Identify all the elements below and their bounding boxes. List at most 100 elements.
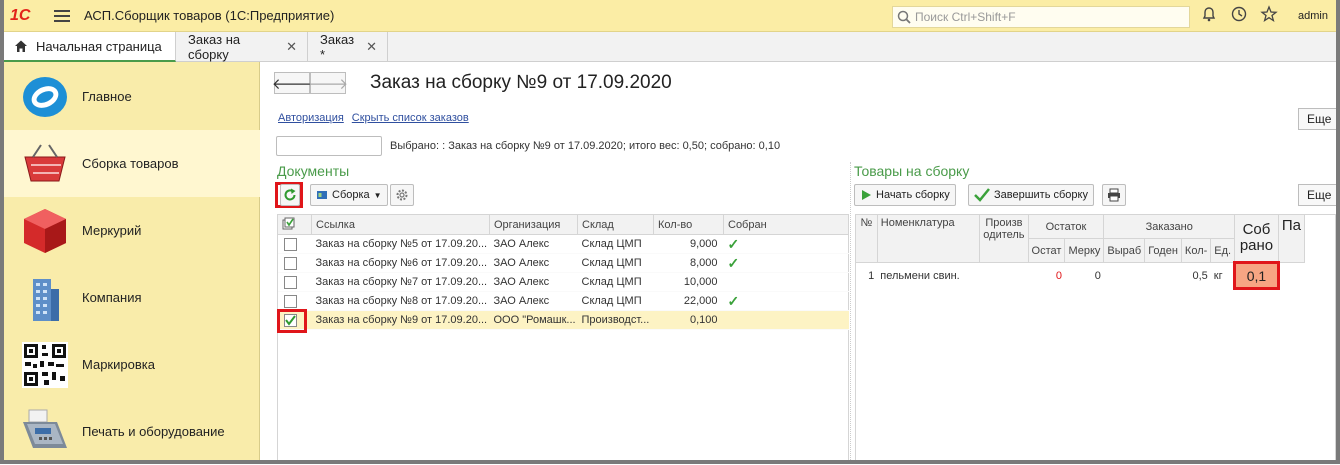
assembly-dropdown-button[interactable]: Сборка ▼: [310, 184, 388, 206]
column-header[interactable]: Остат: [1027, 238, 1066, 263]
sidebar-item-mercury[interactable]: Меркурий: [4, 197, 260, 264]
card-terminal-icon: [14, 406, 76, 458]
warehouse-cell: Склад ЦМП: [577, 234, 654, 254]
sidebar-item-label: Главное: [82, 89, 132, 104]
warehouse-cell: Склад ЦМП: [577, 291, 654, 311]
column-header[interactable]: Заказано: [1103, 214, 1236, 239]
title-bar: 1С АСП.Сборщик товаров (1С:Предприятие) …: [0, 0, 1340, 32]
order-link-cell[interactable]: Заказ на сборку №7 от 17.09.20...: [311, 272, 490, 292]
balance-cell: 0: [1055, 269, 1062, 282]
back-button[interactable]: 🡐: [271, 72, 313, 94]
column-header[interactable]: Ед.: [1210, 238, 1236, 263]
arrow-left-icon: 🡐: [271, 75, 313, 93]
order-link-cell[interactable]: Заказ на сборку №6 от 17.09.20...: [311, 253, 490, 273]
user-name[interactable]: admin: [1298, 10, 1328, 22]
home-icon: [15, 40, 27, 52]
close-icon[interactable]: ✕: [366, 39, 377, 55]
document-icon: [317, 191, 327, 199]
sidebar-item-marking[interactable]: Маркировка: [4, 331, 260, 398]
column-header[interactable]: Склад: [577, 214, 654, 235]
play-icon: [862, 190, 871, 200]
table-row[interactable]: Заказ на сборку №8 от 17.09.20... ЗАО Ал…: [277, 291, 849, 311]
order-link-cell[interactable]: Заказ на сборку №8 от 17.09.20...: [311, 291, 490, 311]
forward-button[interactable]: 🡒: [308, 72, 348, 94]
table-row-selected[interactable]: Заказ на сборку №9 от 17.09.20... ООО "Р…: [277, 310, 849, 330]
menu-icon[interactable]: [54, 9, 70, 22]
column-header[interactable]: Произв одитель: [979, 214, 1029, 263]
row-checkbox[interactable]: [283, 294, 297, 308]
produced-cell: [1104, 263, 1145, 289]
settings-button[interactable]: [390, 184, 414, 206]
bell-icon[interactable]: [1200, 5, 1218, 23]
auth-link[interactable]: Авторизация: [278, 112, 344, 124]
print-button[interactable]: [1102, 184, 1126, 206]
unit-cell: кг: [1213, 269, 1223, 282]
finish-assembly-button[interactable]: Завершить сборку: [968, 184, 1094, 206]
sidebar-item-label: Компания: [82, 290, 142, 305]
order-link-cell[interactable]: Заказ на сборку №5 от 17.09.20...: [311, 234, 490, 254]
search-input[interactable]: Поиск Ctrl+Shift+F: [892, 6, 1190, 28]
qty-cell: 9,000: [653, 234, 724, 254]
app-logo: 1С: [10, 6, 31, 24]
column-header[interactable]: Годен: [1144, 238, 1182, 263]
column-header[interactable]: Па: [1277, 214, 1306, 263]
close-icon[interactable]: ✕: [286, 39, 297, 55]
column-header[interactable]: Кол-: [1180, 238, 1212, 263]
sidebar-item-company[interactable]: Компания: [4, 264, 260, 331]
highlight-selected-checkbox: [277, 309, 307, 333]
printer-icon: [1108, 188, 1120, 202]
tab-home-label: Начальная страница: [36, 38, 162, 54]
table-row[interactable]: Заказ на сборку №6 от 17.09.20... ЗАО Ал…: [277, 253, 849, 273]
sidebar-item-label: Меркурий: [82, 223, 142, 238]
collected-check-icon: ✓: [723, 253, 849, 273]
row-checkbox[interactable]: [283, 256, 297, 270]
column-header[interactable]: Организация: [489, 214, 578, 235]
order-link-cell[interactable]: Заказ на сборку №9 от 17.09.20...: [311, 310, 490, 330]
refresh-button[interactable]: [280, 184, 300, 206]
tab-order[interactable]: Заказ * ✕: [310, 32, 388, 62]
hide-orders-link[interactable]: Скрыть список заказов: [352, 112, 469, 124]
column-header[interactable]: Собран: [723, 214, 849, 235]
sidebar-item-print[interactable]: Печать и оборудование: [4, 398, 260, 465]
table-row[interactable]: Заказ на сборку №7 от 17.09.20... ЗАО Ал…: [277, 272, 849, 292]
column-header[interactable]: №: [855, 214, 878, 263]
column-header[interactable]: Кол-во: [653, 214, 724, 235]
collected-check-icon: [723, 310, 849, 330]
barcode-input[interactable]: [276, 136, 382, 156]
sidebar-item-assembly[interactable]: Сборка товаров: [4, 130, 260, 197]
column-header[interactable]: Выраб: [1103, 238, 1146, 263]
sidebar-item-label: Маркировка: [82, 357, 155, 372]
warehouse-cell: Склад ЦМП: [577, 272, 654, 292]
qty-cell: 10,000: [653, 272, 724, 292]
table-row[interactable]: 1 пельмени свин. 0 0 0,5 кг 0,1: [856, 261, 1305, 290]
table-row[interactable]: Заказ на сборку №5 от 17.09.20... ЗАО Ал…: [277, 234, 849, 254]
collected-cell[interactable]: 0,1: [1233, 261, 1280, 290]
column-header[interactable]: Номенклатура: [876, 214, 981, 263]
tab-order-assembly[interactable]: Заказ на сборку ✕: [178, 32, 308, 62]
column-header[interactable]: Ссылка: [311, 214, 490, 235]
start-assembly-button[interactable]: Начать сборку: [854, 184, 956, 206]
goods-more-button[interactable]: Еще: [1298, 184, 1338, 206]
column-header[interactable]: Мерку: [1064, 238, 1105, 263]
selected-summary: Выбрано: : Заказ на сборку №9 от 17.09.2…: [390, 140, 781, 152]
nav-buttons: 🡐 🡒: [271, 72, 348, 94]
warehouse-cell: Производст...: [577, 310, 654, 330]
history-icon[interactable]: [1230, 5, 1248, 23]
splitter[interactable]: [850, 162, 851, 464]
column-header-collected[interactable]: Соб рано: [1234, 214, 1279, 263]
sidebar-item-main[interactable]: Главное: [4, 63, 260, 130]
tab-home[interactable]: Начальная страница: [4, 32, 176, 62]
main-form: 🡐 🡒 Заказ на сборку №9 от 17.09.2020 Авт…: [262, 62, 1338, 464]
qty-cell: 0,5: [1192, 269, 1208, 282]
nomenclature-cell[interactable]: пельмени свин.: [877, 263, 980, 289]
row-checkbox[interactable]: [283, 275, 297, 289]
tab-bar: Начальная страница Заказ на сборку ✕ Зак…: [0, 32, 1340, 62]
more-button[interactable]: Еще: [1298, 108, 1338, 130]
select-all-header[interactable]: [277, 214, 312, 235]
goods-title: Товары на сборку: [854, 163, 970, 179]
column-header[interactable]: Остаток: [1027, 214, 1105, 239]
row-checkbox[interactable]: [283, 237, 297, 251]
org-cell: ЗАО Алекс: [489, 234, 578, 254]
star-icon[interactable]: [1260, 5, 1278, 23]
cube-icon: [14, 205, 76, 257]
